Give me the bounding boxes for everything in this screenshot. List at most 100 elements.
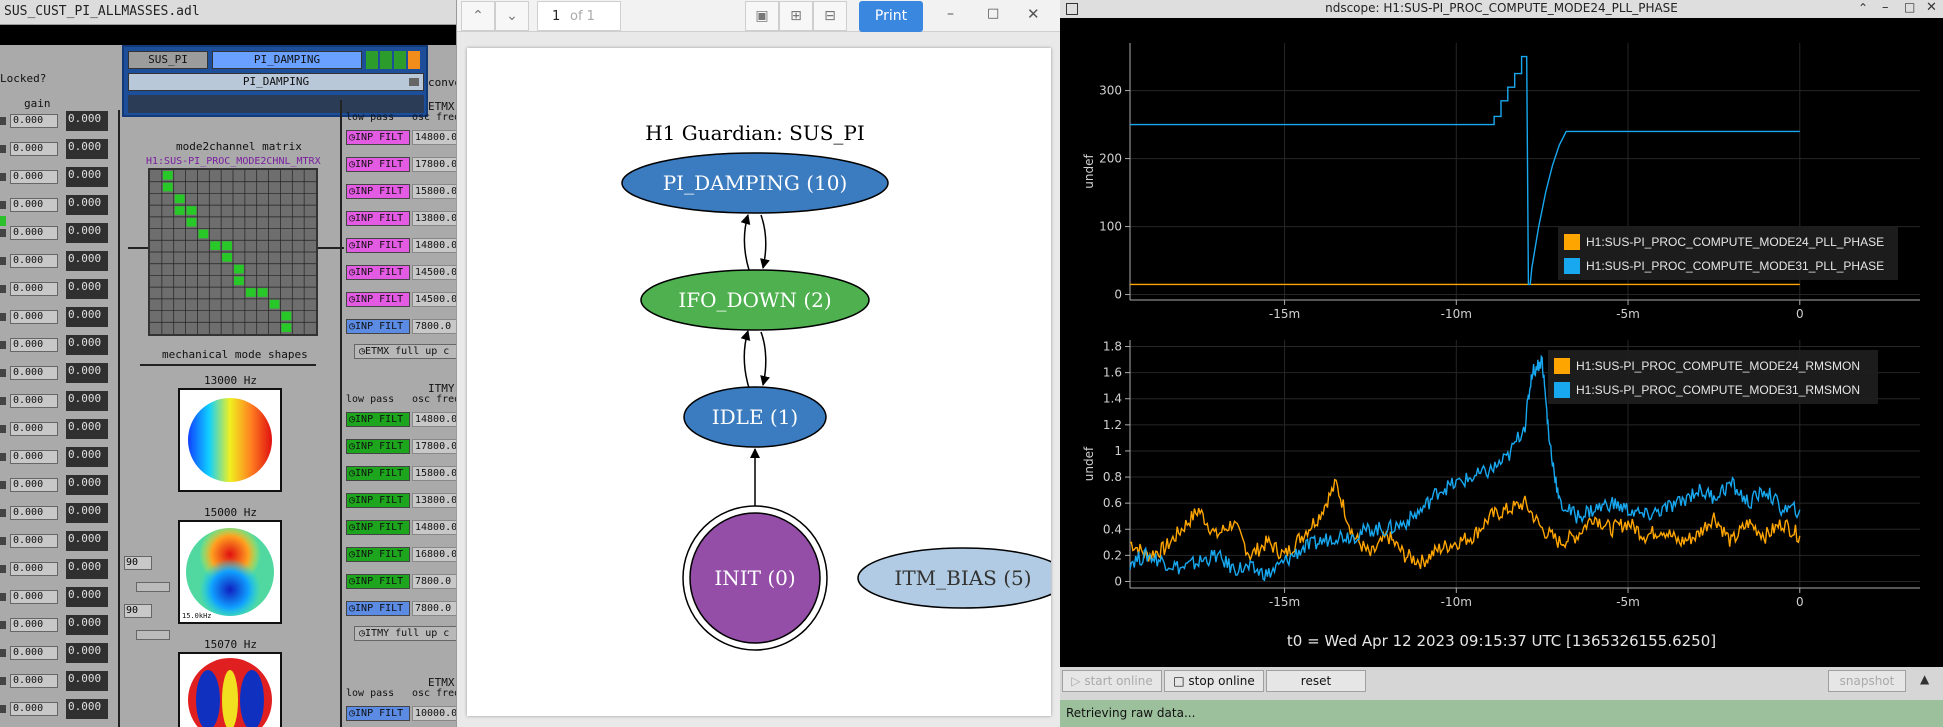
guardian-request-menu[interactable]: PI_DAMPING — [128, 73, 424, 91]
full-screen-button[interactable]: ◷ETMX full up c — [354, 344, 456, 359]
gain-input[interactable]: 0.000 — [10, 366, 58, 380]
guardian-node-button[interactable]: SUS_PI — [128, 51, 208, 69]
zoom-fit-button[interactable]: ▣ — [745, 1, 779, 31]
matrix-cell-on[interactable] — [162, 182, 173, 192]
y-tick-label: 0.8 — [1103, 470, 1122, 484]
gain-readback: 0.000 — [66, 643, 108, 663]
input-filter-button[interactable]: ◷INP FILT — [346, 547, 410, 562]
input-filter-button[interactable]: ◷INP FILT — [346, 319, 410, 334]
input-filter-button[interactable]: ◷INP FILT — [346, 184, 410, 199]
gain-arrow-icon — [0, 537, 6, 545]
matrix-cell-on[interactable] — [234, 264, 244, 274]
input-filter-button[interactable]: ◷INP FILT — [346, 574, 410, 589]
gain-input[interactable]: 0.000 — [10, 198, 58, 212]
input-filter-button[interactable]: ◷INP FILT — [346, 211, 410, 226]
snapshot-button[interactable]: snapshot — [1828, 670, 1906, 692]
gain-input[interactable]: 0.000 — [10, 142, 58, 156]
gain-input[interactable]: 0.000 — [10, 450, 58, 464]
matrix-cell-on[interactable] — [222, 253, 232, 262]
input-filter-button[interactable]: ◷INP FILT — [346, 130, 410, 145]
reset-button[interactable]: reset — [1266, 670, 1366, 692]
input-filter-button[interactable]: ◷INP FILT — [346, 601, 410, 616]
gain-input[interactable]: 0.000 — [10, 506, 58, 520]
angle-slider[interactable] — [136, 630, 170, 640]
plot2-legend: H1:SUS-PI_PROC_COMPUTE_MODE24_RMSMON H1:… — [1548, 350, 1878, 404]
matrix-cell-on[interactable] — [281, 311, 292, 321]
ndscope-plots[interactable]: -15m -10m -5m 0 0 100 200 300 undef -15m -10m -5m 0 0… — [1060, 18, 1943, 667]
input-filter-button[interactable]: ◷INP FILT — [346, 292, 410, 307]
gain-input[interactable]: 0.000 — [10, 646, 58, 660]
print-button[interactable]: Print — [859, 1, 923, 32]
maximize-icon[interactable]: □ — [987, 6, 999, 21]
gain-input[interactable]: 0.000 — [10, 282, 58, 296]
gain-input[interactable]: 0.000 — [10, 478, 58, 492]
prev-page-button[interactable]: ⌃ — [461, 1, 495, 31]
gain-input[interactable]: 0.000 — [10, 394, 58, 408]
close-icon[interactable]: ✕ — [1926, 0, 1937, 15]
input-filter-button[interactable]: ◷INP FILT — [346, 412, 410, 427]
gain-input[interactable]: 0.000 — [10, 618, 58, 632]
matrix-cell-on[interactable] — [174, 194, 185, 204]
gain-input[interactable]: 0.000 — [10, 674, 58, 688]
gain-input[interactable]: 0.000 — [10, 310, 58, 324]
gain-input[interactable]: 0.000 — [10, 534, 58, 548]
matrix-cell-on[interactable] — [162, 171, 173, 180]
input-filter-button[interactable]: ◷INP FILT — [346, 706, 410, 721]
next-page-button[interactable]: ⌄ — [495, 1, 529, 31]
gain-input[interactable]: 0.000 — [10, 702, 58, 716]
gain-row: 0.000 0.000 — [0, 307, 110, 327]
gain-arrow-icon — [0, 369, 6, 377]
zoom-grid-button[interactable]: ⊞ — [779, 1, 813, 31]
input-filter-button[interactable]: ◷INP FILT — [346, 493, 410, 508]
gain-input[interactable]: 0.000 — [10, 170, 58, 184]
gain-row: 0.000 0.000 — [0, 391, 110, 411]
gain-readback: 0.000 — [66, 111, 108, 131]
collapse-icon[interactable]: ▲ — [1920, 672, 1929, 686]
gain-readback: 0.000 — [66, 587, 108, 607]
minimize-icon[interactable]: – — [1882, 0, 1889, 15]
shade-icon[interactable]: ⌃ — [1858, 1, 1868, 15]
matrix-cell-on[interactable] — [210, 241, 221, 250]
input-filter-button[interactable]: ◷INP FILT — [346, 238, 410, 253]
gain-input[interactable]: 0.000 — [10, 590, 58, 604]
matrix-cell-on[interactable] — [186, 217, 197, 227]
angle-input[interactable]: 90 — [124, 556, 152, 570]
minus-icon: ⊟ — [824, 8, 836, 24]
gain-arrow-icon — [0, 145, 6, 153]
maximize-icon[interactable]: □ — [1904, 0, 1915, 14]
matrix-cell-on[interactable] — [281, 323, 292, 332]
gain-input[interactable]: 0.000 — [10, 422, 58, 436]
close-icon[interactable]: ✕ — [1027, 5, 1040, 23]
input-filter-button[interactable]: ◷INP FILT — [346, 520, 410, 535]
gain-input[interactable]: 0.000 — [10, 114, 58, 128]
matrix-cell-on[interactable] — [234, 276, 244, 286]
zoom-out-button[interactable]: ⊟ — [813, 1, 847, 31]
gain-input[interactable]: 0.000 — [10, 254, 58, 268]
start-online-button[interactable]: ▷ start online — [1062, 670, 1162, 692]
input-filter-button[interactable]: ◷INP FILT — [346, 466, 410, 481]
matrix-cell-on[interactable] — [257, 288, 268, 297]
matrix-cell-on[interactable] — [269, 299, 280, 309]
guardian-state-button[interactable]: PI_DAMPING — [212, 51, 362, 69]
gain-input[interactable]: 0.000 — [10, 338, 58, 352]
page-number-input[interactable]: 1 — [552, 9, 560, 24]
minimize-icon[interactable]: – — [947, 6, 954, 22]
input-filter-button[interactable]: ◷INP FILT — [346, 157, 410, 172]
input-filter-button[interactable]: ◷INP FILT — [346, 439, 410, 454]
page-number-field[interactable]: 1 of 1 — [537, 1, 621, 31]
matrix-cell-on[interactable] — [222, 241, 232, 250]
matrix-cell-on[interactable] — [245, 288, 256, 297]
full-screen-button[interactable]: ◷ITMY full up c — [354, 626, 456, 641]
gain-input[interactable]: 0.000 — [10, 226, 58, 240]
matrix-cell-on[interactable] — [186, 206, 197, 215]
gain-row: 0.000 0.000 — [0, 671, 110, 691]
input-filter-button[interactable]: ◷INP FILT — [346, 265, 410, 280]
stop-online-button[interactable]: □ stop online — [1164, 670, 1264, 692]
mode-shape-image: 15.0kHz — [178, 520, 282, 624]
gain-input[interactable]: 0.000 — [10, 562, 58, 576]
angle-slider[interactable] — [136, 582, 170, 592]
angle-input[interactable]: 90 — [124, 604, 152, 618]
mode2channel-matrix[interactable] — [148, 168, 318, 336]
matrix-cell-on[interactable] — [174, 206, 185, 215]
matrix-cell-on[interactable] — [198, 229, 209, 239]
